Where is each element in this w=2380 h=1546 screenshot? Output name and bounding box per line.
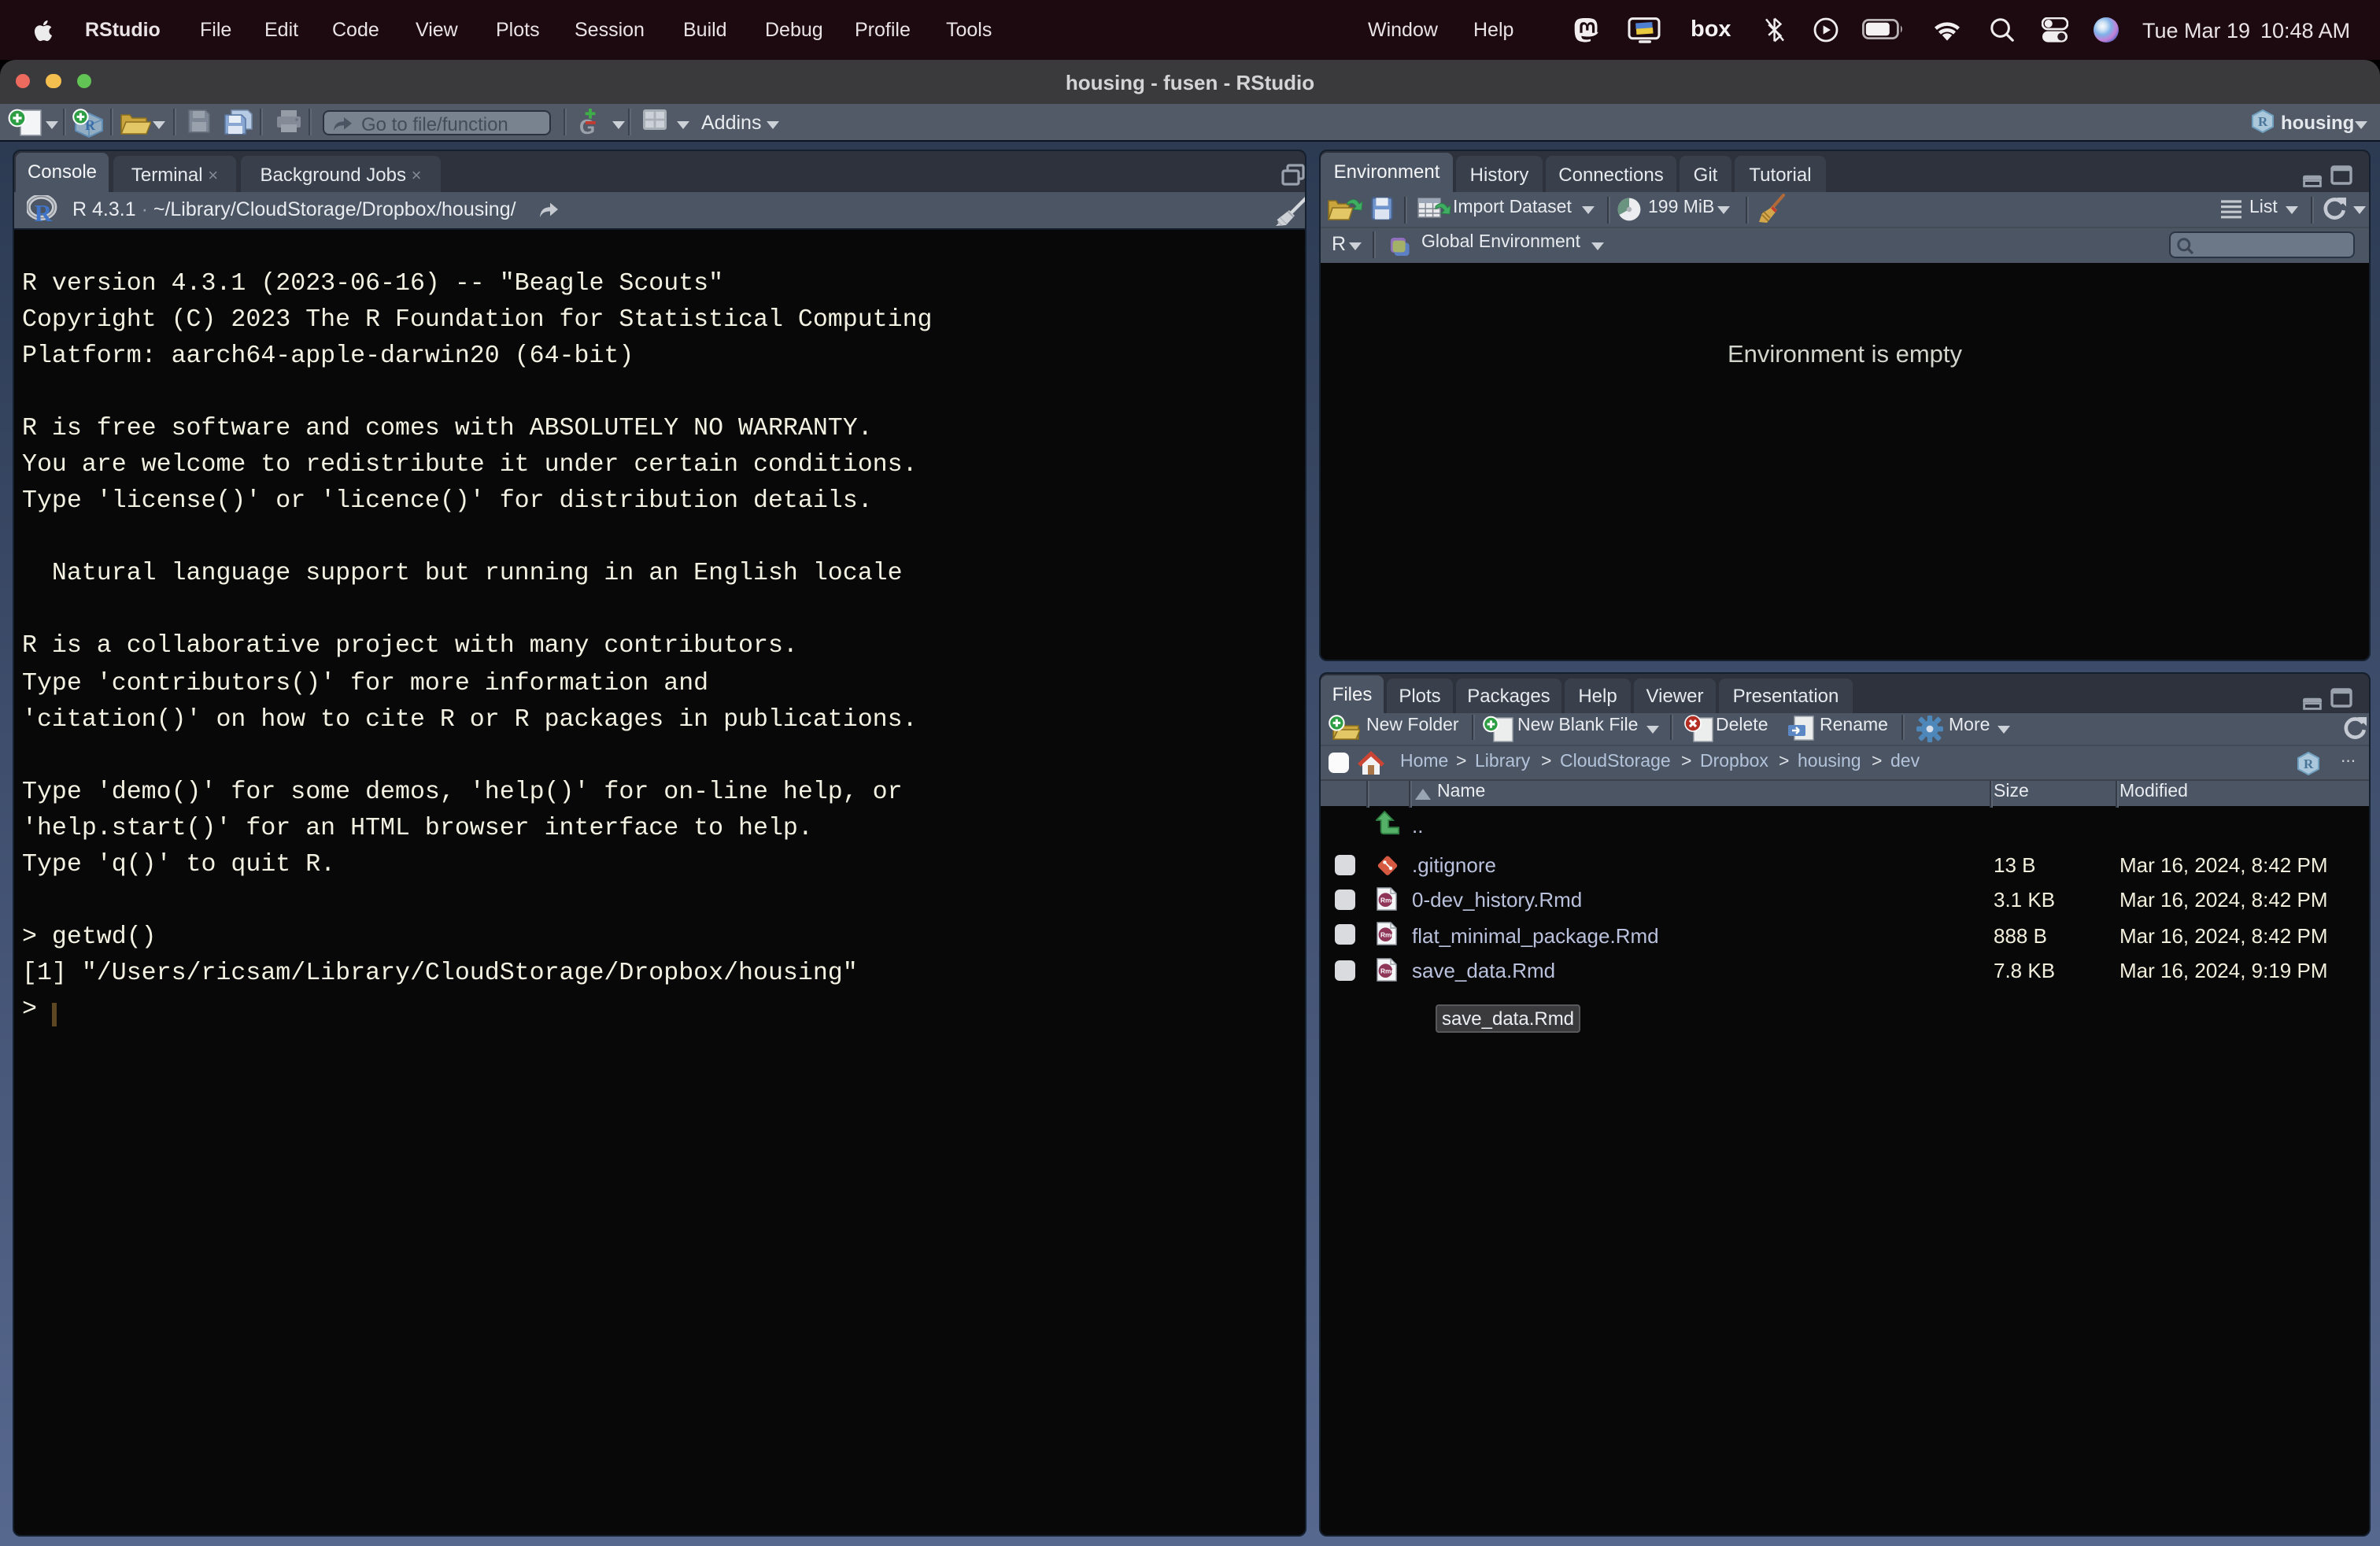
svg-text:Rmd: Rmd [1380,967,1395,975]
svg-text:R: R [2304,756,2314,771]
svg-text:R: R [35,199,53,225]
svg-text:G: G [579,114,595,136]
svg-text:Rmd: Rmd [1380,896,1395,904]
svg-text:R: R [2258,114,2268,129]
svg-text:Rmd: Rmd [1380,931,1395,939]
